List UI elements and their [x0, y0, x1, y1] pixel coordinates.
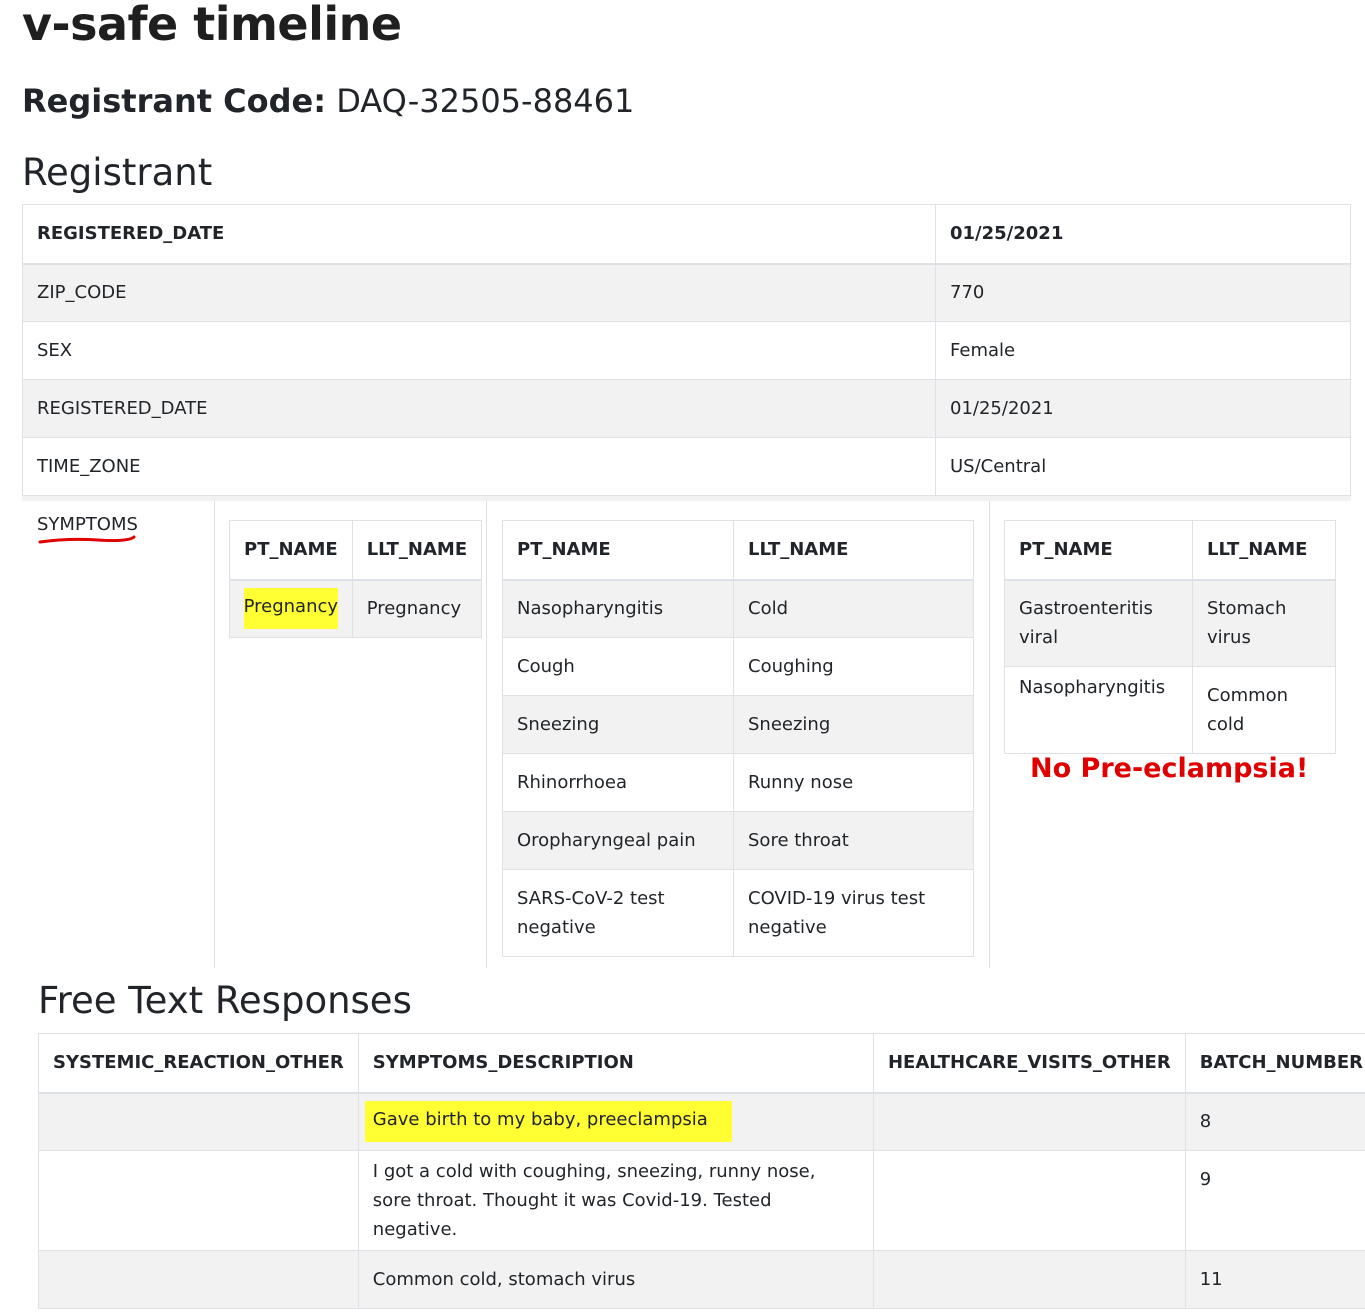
registrant-header-key: REGISTERED_DATE	[22, 204, 936, 265]
description-cell: Gave birth to my baby, preeclampsia	[357, 1092, 874, 1151]
llt-cell: Cold	[733, 579, 974, 638]
llt-cell: COVID-19 virus test negative	[733, 869, 974, 957]
llt-cell: Coughing	[733, 637, 974, 696]
table-row: SEX Female	[22, 321, 1351, 380]
table-row: Cough Coughing	[502, 637, 974, 696]
table-row: Gave birth to my baby, preeclampsia 8	[38, 1092, 1365, 1151]
row-divider	[22, 496, 1351, 501]
col-systemic-reaction-other: SYSTEMIC_REACTION_OTHER	[38, 1033, 359, 1094]
pt-cell: SARS-CoV-2 test negative	[502, 869, 734, 957]
pt-cell: Cough	[502, 637, 734, 696]
row-key: TIME_ZONE	[22, 437, 936, 496]
row-key: ZIP_CODE	[22, 263, 936, 322]
healthcare-cell	[872, 1150, 1186, 1251]
col-healthcare-visits-other: HEALTHCARE_VISITS_OTHER	[872, 1033, 1186, 1094]
pt-cell: Gastroenteritis viral	[1004, 579, 1193, 667]
pt-cell: Rhinorrhoea	[502, 753, 734, 812]
table-row: REGISTERED_DATE 01/25/2021	[22, 379, 1351, 438]
batch-cell: 8	[1184, 1092, 1365, 1151]
pt-cell: Pregnancy	[229, 579, 353, 638]
table-row: I got a cold with coughing, sneezing, ru…	[38, 1150, 1365, 1251]
llt-cell: Common cold	[1192, 666, 1336, 754]
llt-cell: Stomach virus	[1192, 579, 1336, 667]
registrant-code: Registrant Code: DAQ-32505-88461	[22, 80, 634, 122]
col-pt-name: PT_NAME	[229, 520, 353, 581]
registrant-heading: Registrant	[22, 151, 213, 194]
col-pt-name: PT_NAME	[502, 520, 734, 581]
page-title: v-safe timeline	[22, 0, 402, 51]
symptom-table-2: PT_NAME LLT_NAME Nasopharyngitis Cold Co…	[502, 520, 974, 957]
column-divider	[214, 501, 215, 968]
row-key: SEX	[22, 321, 936, 380]
table-row: TIME_ZONE US/Central	[22, 437, 1351, 496]
column-divider	[486, 501, 487, 968]
batch-cell: 11	[1184, 1250, 1365, 1309]
table-row: Gastroenteritis viral Stomach virus	[1004, 579, 1336, 667]
llt-cell: Pregnancy	[351, 579, 483, 638]
description-cell: I got a cold with coughing, sneezing, ru…	[357, 1150, 874, 1251]
col-symptoms-description: SYMPTOMS_DESCRIPTION	[357, 1033, 874, 1094]
highlighted-text: Gave birth to my baby, preeclampsia	[364, 1101, 732, 1143]
table-row: Nasopharyngitis Common cold	[1004, 666, 1336, 754]
table-row: Common cold, stomach virus 11	[38, 1250, 1365, 1309]
registrant-code-label: Registrant Code:	[22, 82, 327, 120]
registrant-code-value: DAQ-32505-88461	[336, 82, 635, 120]
healthcare-cell	[872, 1092, 1186, 1151]
systemic-cell	[38, 1150, 359, 1251]
table-row: Rhinorrhoea Runny nose	[502, 753, 974, 812]
llt-cell: Sore throat	[733, 811, 974, 870]
llt-cell: Runny nose	[733, 753, 974, 812]
pt-cell: Nasopharyngitis	[1004, 666, 1193, 754]
col-llt-name: LLT_NAME	[351, 520, 483, 581]
row-value: 01/25/2021	[935, 379, 1351, 438]
pt-cell: Oropharyngeal pain	[502, 811, 734, 870]
table-row: Sneezing Sneezing	[502, 695, 974, 754]
col-llt-name: LLT_NAME	[733, 520, 974, 581]
systemic-cell	[38, 1250, 359, 1309]
symptom-table-1: PT_NAME LLT_NAME Pregnancy Pregnancy	[229, 520, 483, 638]
row-value: US/Central	[935, 437, 1351, 496]
highlighted-text: Pregnancy	[243, 588, 339, 630]
free-text-heading: Free Text Responses	[38, 979, 412, 1022]
table-row: Pregnancy Pregnancy	[229, 579, 483, 638]
pt-cell: Sneezing	[502, 695, 734, 754]
col-pt-name: PT_NAME	[1004, 520, 1193, 581]
registrant-header-value: 01/25/2021	[935, 204, 1351, 265]
free-text-table: SYSTEMIC_REACTION_OTHER SYMPTOMS_DESCRIP…	[38, 1033, 1365, 1309]
row-value: 770	[935, 263, 1351, 322]
row-key: REGISTERED_DATE	[22, 379, 936, 438]
llt-cell: Sneezing	[733, 695, 974, 754]
symptoms-label: SYMPTOMS	[37, 514, 138, 535]
healthcare-cell	[872, 1250, 1186, 1309]
systemic-cell	[38, 1092, 359, 1151]
batch-cell: 9	[1184, 1150, 1365, 1251]
annotation-no-preeclampsia: No Pre-eclampsia!	[1030, 753, 1309, 784]
row-value: Female	[935, 321, 1351, 380]
symptom-table-3: PT_NAME LLT_NAME Gastroenteritis viral S…	[1004, 520, 1336, 754]
red-underline-mark	[38, 535, 136, 544]
col-llt-name: LLT_NAME	[1192, 520, 1336, 581]
col-batch-number: BATCH_NUMBER	[1184, 1033, 1365, 1094]
registrant-table: REGISTERED_DATE 01/25/2021 ZIP_CODE 770 …	[22, 204, 1351, 496]
table-row: Oropharyngeal pain Sore throat	[502, 811, 974, 870]
column-divider	[989, 501, 990, 968]
table-row: Nasopharyngitis Cold	[502, 579, 974, 638]
description-cell: Common cold, stomach virus	[357, 1250, 874, 1309]
table-row: ZIP_CODE 770	[22, 263, 1351, 322]
pt-cell: Nasopharyngitis	[502, 579, 734, 638]
table-row: SARS-CoV-2 test negative COVID-19 virus …	[502, 869, 974, 957]
